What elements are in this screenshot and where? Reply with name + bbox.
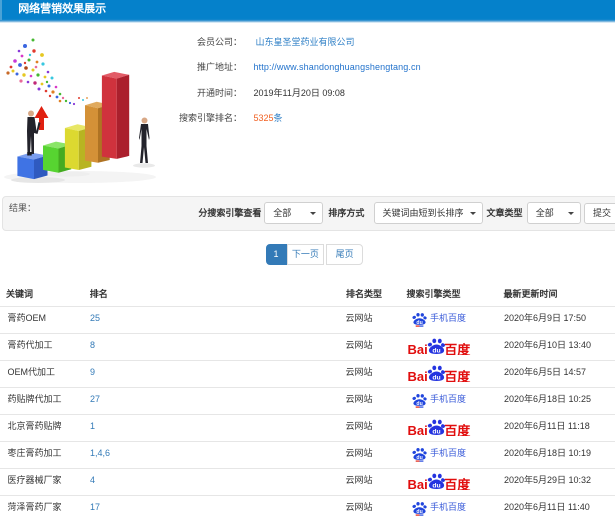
svg-text:百度: 百度	[444, 477, 471, 490]
svg-text:du: du	[416, 320, 422, 326]
svg-text:du: du	[432, 482, 440, 489]
svg-text:du: du	[416, 509, 422, 515]
svg-text:du: du	[432, 374, 440, 381]
svg-text:Bai: Bai	[407, 342, 427, 355]
svg-text:Bai: Bai	[407, 369, 427, 382]
svg-text:du: du	[416, 401, 422, 407]
svg-text:百度: 百度	[444, 369, 471, 382]
svg-text:百度: 百度	[444, 342, 471, 355]
svg-text:du: du	[416, 455, 422, 461]
svg-text:Bai: Bai	[407, 477, 427, 490]
svg-text:du: du	[432, 347, 440, 354]
svg-text:du: du	[432, 428, 440, 435]
svg-text:Bai: Bai	[407, 423, 427, 436]
svg-text:百度: 百度	[444, 423, 471, 436]
